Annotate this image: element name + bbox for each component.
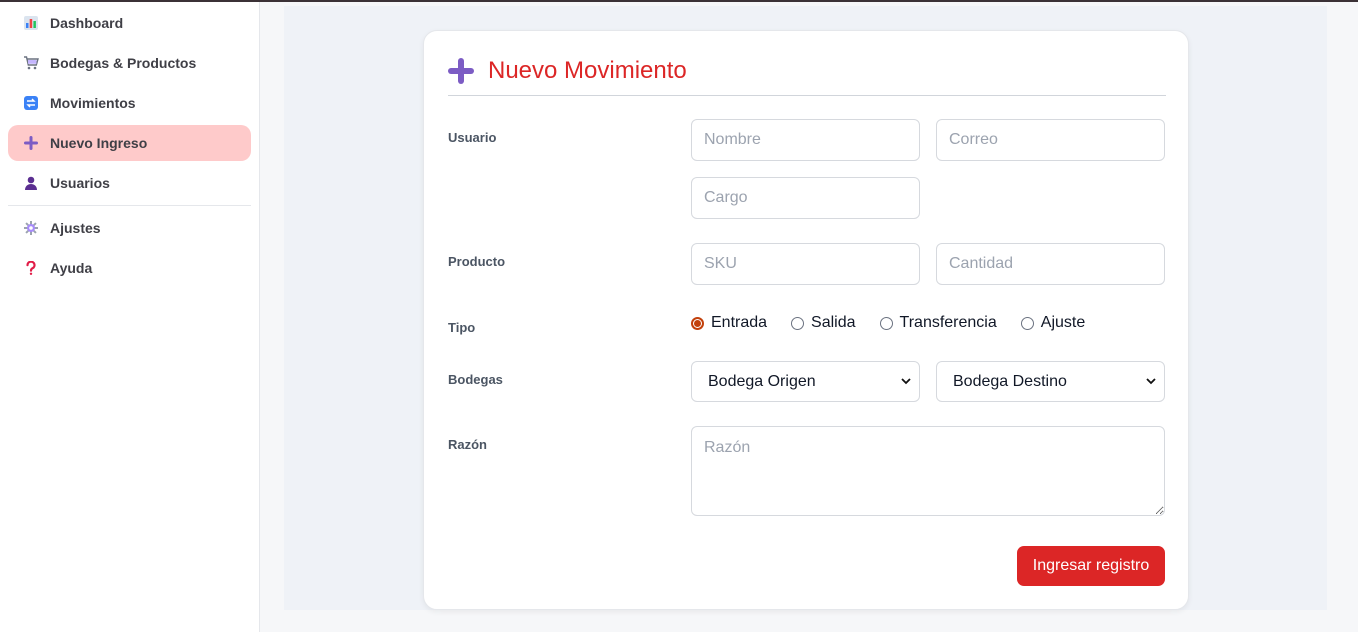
select-value: Bodega Origen [708, 372, 816, 390]
label-razon: Razón [448, 437, 487, 452]
plus-icon [20, 136, 42, 150]
sidebar-item-label: Dashboard [50, 15, 124, 31]
radio-dot[interactable] [879, 316, 893, 330]
sidebar-item-usuarios[interactable]: Usuarios [8, 165, 251, 201]
new-movement-form: Nuevo Movimiento Usuario Producto Tipo E… [423, 30, 1189, 610]
radio-salida[interactable]: Salida [791, 314, 856, 332]
radio-label: Salida [811, 314, 856, 331]
exchange-icon [20, 96, 42, 110]
radio-label: Entrada [711, 314, 768, 331]
label-bodegas: Bodegas [448, 372, 503, 387]
select-value: Bodega Destino [953, 372, 1067, 390]
plus-icon [448, 58, 474, 84]
sidebar-item-dashboard[interactable]: Dashboard [8, 5, 251, 41]
scroll-gutter [1327, 2, 1358, 632]
label-producto: Producto [448, 254, 506, 269]
sidebar-item-ajustes[interactable]: Ajustes [8, 210, 251, 246]
radio-dot[interactable] [791, 316, 805, 330]
sidebar-item-nuevo-ingreso[interactable]: Nuevo Ingreso [8, 125, 251, 161]
sidebar-item-label: Nuevo Ingreso [50, 135, 148, 151]
cart-icon [20, 56, 42, 70]
radio-transferencia[interactable]: Transferencia [879, 314, 997, 332]
tipo-radio-group: Entrada Salida Transferencia Ajuste [691, 314, 1109, 332]
sidebar-item-bodegas-productos[interactable]: Bodegas & Productos [8, 45, 251, 81]
sidebar-divider [8, 205, 251, 206]
sidebar-item-ayuda[interactable]: Ayuda [8, 250, 251, 286]
cargo-input[interactable] [691, 177, 920, 219]
radio-entrada[interactable]: Entrada [691, 314, 767, 332]
label-tipo: Tipo [448, 320, 476, 335]
radio-dot[interactable] [1020, 316, 1034, 330]
form-title-text: Nuevo Movimiento [488, 57, 687, 84]
sidebar-item-label: Ajustes [50, 220, 101, 236]
sidebar-item-movimientos[interactable]: Movimientos [8, 85, 251, 121]
nombre-input[interactable] [691, 119, 920, 161]
form-title: Nuevo Movimiento [448, 57, 687, 85]
radio-dot[interactable] [691, 316, 704, 330]
bodega-origen-select[interactable]: Bodega Origen [691, 361, 920, 402]
sidebar-item-label: Movimientos [50, 95, 136, 111]
razon-textarea[interactable] [691, 426, 1165, 516]
cantidad-input[interactable] [936, 243, 1165, 285]
chevron-down-icon [901, 378, 911, 385]
sidebar-item-label: Usuarios [50, 175, 110, 191]
correo-input[interactable] [936, 119, 1165, 161]
bodega-destino-select[interactable]: Bodega Destino [936, 361, 1165, 402]
radio-label: Transferencia [899, 314, 997, 331]
radio-label: Ajuste [1040, 314, 1086, 331]
gear-icon [20, 221, 42, 235]
sku-input[interactable] [691, 243, 920, 285]
bar-chart-icon [20, 16, 42, 30]
submit-button[interactable]: Ingresar registro [1017, 546, 1165, 586]
radio-ajuste[interactable]: Ajuste [1020, 314, 1086, 332]
label-usuario: Usuario [448, 130, 497, 145]
question-icon [20, 261, 42, 275]
sidebar-item-label: Ayuda [50, 260, 93, 276]
chevron-down-icon [1146, 378, 1156, 385]
sidebar-item-label: Bodegas & Productos [50, 55, 197, 71]
title-divider [448, 95, 1166, 96]
user-icon [20, 176, 42, 190]
sidebar: Dashboard Bodegas & Productos Movimiento… [0, 2, 260, 632]
